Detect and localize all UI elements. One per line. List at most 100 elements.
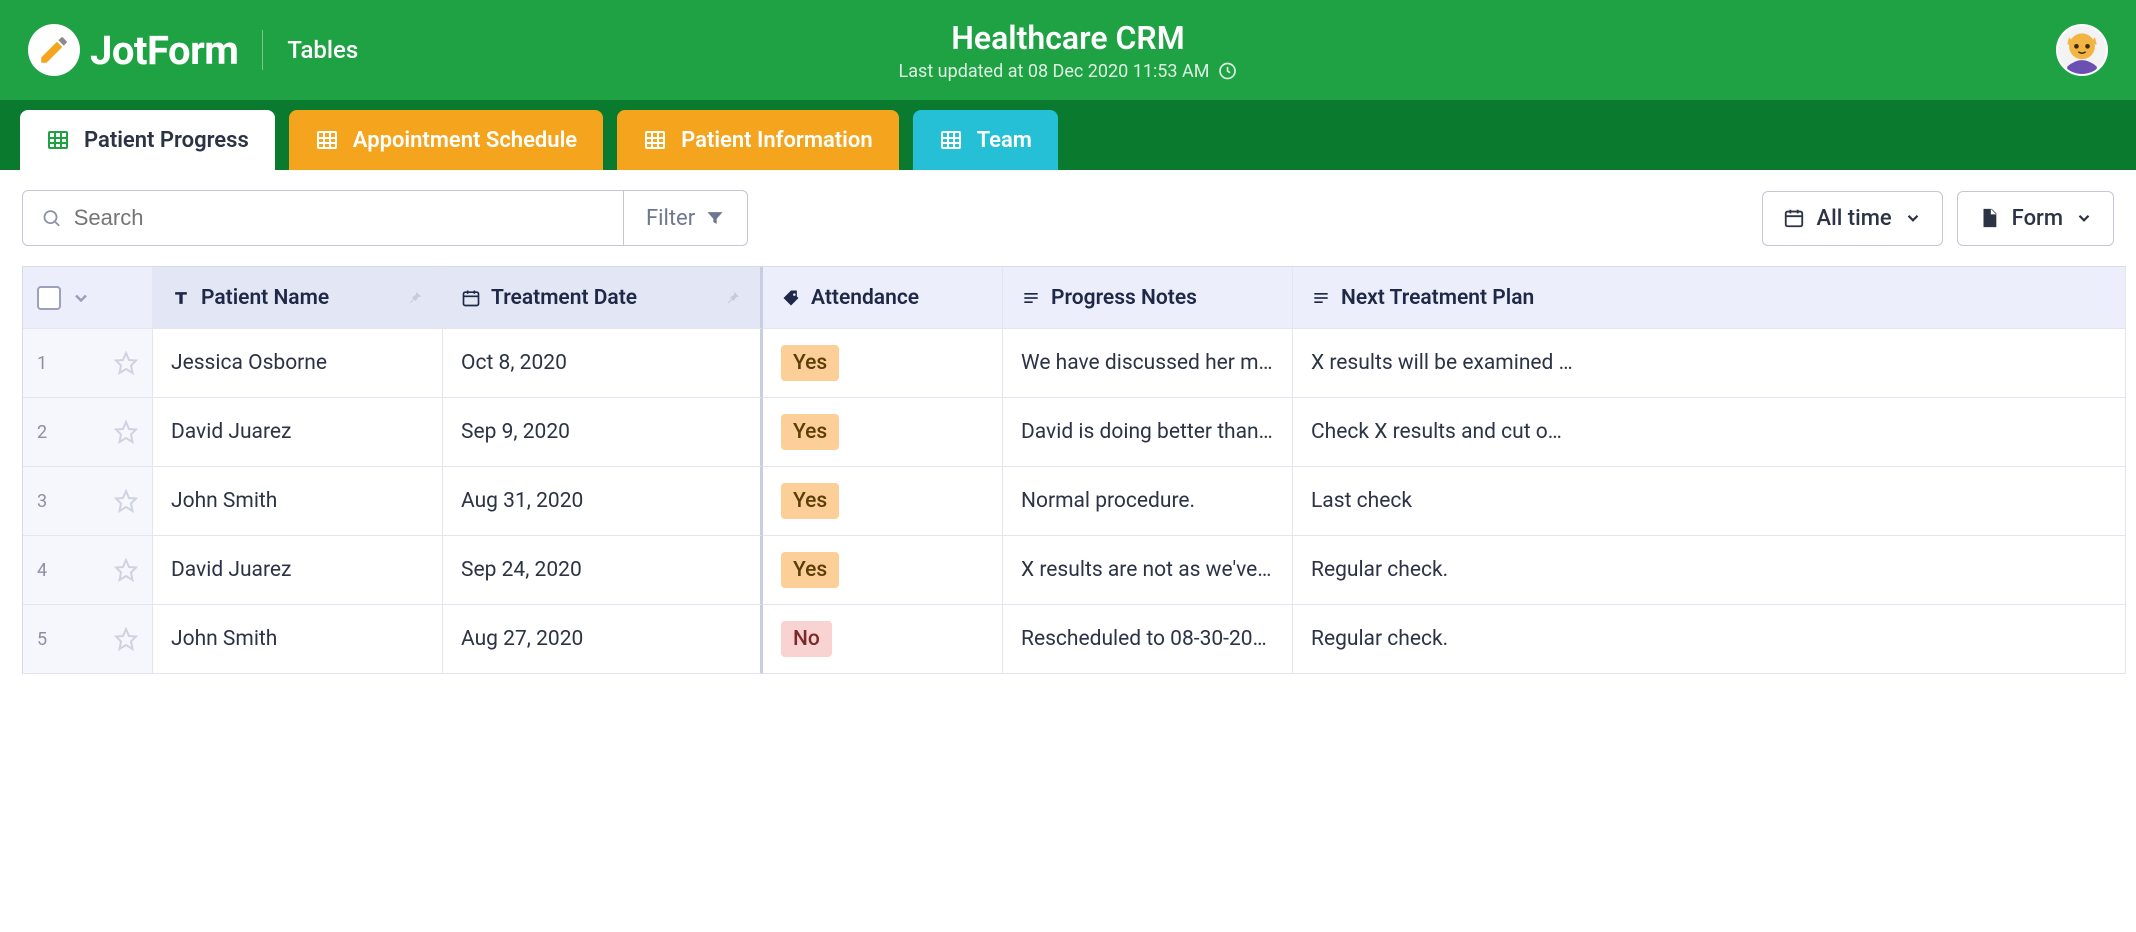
star-icon[interactable] bbox=[114, 351, 138, 375]
col-header-next-plan[interactable]: Next Treatment Plan bbox=[1293, 267, 2126, 329]
search-input-wrap bbox=[23, 191, 623, 245]
row-number: 4 bbox=[37, 560, 47, 581]
cell-patient-name[interactable]: David Juarez bbox=[153, 398, 443, 467]
cell-treatment-date[interactable]: Sep 9, 2020 bbox=[443, 398, 763, 467]
star-icon[interactable] bbox=[114, 627, 138, 651]
star-icon[interactable] bbox=[114, 489, 138, 513]
page-title: Healthcare CRM bbox=[899, 19, 1238, 57]
table-icon bbox=[46, 128, 70, 152]
cell-next-plan[interactable]: Regular check. bbox=[1293, 536, 2126, 605]
text-icon bbox=[171, 288, 191, 308]
cell-next-plan[interactable]: Last check bbox=[1293, 467, 2126, 536]
cell-attendance[interactable]: Yes bbox=[763, 329, 1003, 398]
search-icon bbox=[41, 207, 62, 229]
table-icon bbox=[939, 128, 963, 152]
pin-icon[interactable] bbox=[724, 289, 742, 307]
cell-treatment-date[interactable]: Aug 27, 2020 bbox=[443, 605, 763, 674]
pencil-icon bbox=[28, 24, 80, 76]
form-button[interactable]: Form bbox=[1957, 191, 2114, 246]
cell-next-plan[interactable]: Regular check. bbox=[1293, 605, 2126, 674]
cell-progress-notes[interactable]: X results are not as we've … bbox=[1003, 536, 1293, 605]
cell-progress-notes[interactable]: David is doing better than … bbox=[1003, 398, 1293, 467]
select-all-header bbox=[23, 267, 153, 329]
cell-attendance[interactable]: No bbox=[763, 605, 1003, 674]
cell-patient-name[interactable]: David Juarez bbox=[153, 536, 443, 605]
page-subtitle: Last updated at 08 Dec 2020 11:53 AM bbox=[899, 61, 1238, 82]
col-header-treatment-date[interactable]: Treatment Date bbox=[443, 267, 763, 329]
cell-progress-notes[interactable]: We have discussed her me… bbox=[1003, 329, 1293, 398]
form-label: Form bbox=[2012, 206, 2063, 231]
last-updated-text: Last updated at 08 Dec 2020 11:53 AM bbox=[899, 61, 1210, 82]
row-number: 3 bbox=[37, 491, 47, 512]
filter-icon bbox=[705, 208, 725, 228]
attendance-badge: Yes bbox=[781, 552, 839, 588]
row-number: 5 bbox=[37, 629, 47, 650]
star-icon[interactable] bbox=[114, 420, 138, 444]
tab-label: Patient Progress bbox=[84, 128, 249, 153]
chevron-down-icon[interactable] bbox=[71, 288, 91, 308]
cell-treatment-date[interactable]: Sep 24, 2020 bbox=[443, 536, 763, 605]
cell-treatment-date[interactable]: Aug 31, 2020 bbox=[443, 467, 763, 536]
attendance-badge: Yes bbox=[781, 414, 839, 450]
tab-label: Team bbox=[977, 128, 1032, 153]
cell-patient-name[interactable]: John Smith bbox=[153, 467, 443, 536]
select-all-checkbox[interactable] bbox=[37, 286, 61, 310]
attendance-badge: Yes bbox=[781, 345, 839, 381]
row-selector[interactable]: 1 bbox=[23, 329, 153, 398]
row-number: 2 bbox=[37, 422, 47, 443]
col-header-attendance[interactable]: Attendance bbox=[763, 267, 1003, 329]
avatar[interactable] bbox=[2056, 24, 2108, 76]
row-number: 1 bbox=[37, 353, 47, 374]
vertical-divider bbox=[262, 30, 263, 70]
timerange-button[interactable]: All time bbox=[1762, 191, 1943, 246]
tab-bar: Patient Progress Appointment Schedule Pati… bbox=[0, 100, 2136, 170]
cell-progress-notes[interactable]: Rescheduled to 08-30-2020. bbox=[1003, 605, 1293, 674]
filter-button[interactable]: Filter bbox=[623, 191, 747, 245]
section-label[interactable]: Tables bbox=[287, 36, 358, 64]
cell-next-plan[interactable]: X results will be examined … bbox=[1293, 329, 2126, 398]
tag-icon bbox=[781, 288, 801, 308]
toolbar: Filter All time Form bbox=[0, 170, 2136, 266]
table-icon bbox=[643, 128, 667, 152]
history-icon[interactable] bbox=[1217, 61, 1237, 81]
attendance-badge: No bbox=[781, 621, 832, 657]
chevron-down-icon bbox=[2075, 209, 2093, 227]
cell-attendance[interactable]: Yes bbox=[763, 467, 1003, 536]
tab-label: Appointment Schedule bbox=[353, 128, 577, 153]
tab-patient-progress[interactable]: Patient Progress bbox=[20, 110, 275, 170]
table-icon bbox=[315, 128, 339, 152]
row-selector[interactable]: 2 bbox=[23, 398, 153, 467]
filter-label: Filter bbox=[646, 206, 695, 231]
cell-patient-name[interactable]: Jessica Osborne bbox=[153, 329, 443, 398]
paragraph-icon bbox=[1021, 288, 1041, 308]
tab-appointment-schedule[interactable]: Appointment Schedule bbox=[289, 110, 603, 170]
row-selector[interactable]: 3 bbox=[23, 467, 153, 536]
cell-patient-name[interactable]: John Smith bbox=[153, 605, 443, 674]
pin-icon[interactable] bbox=[406, 289, 424, 307]
calendar-icon bbox=[461, 288, 481, 308]
chevron-down-icon bbox=[1904, 209, 1922, 227]
search-input[interactable] bbox=[74, 205, 605, 231]
tab-label: Patient Information bbox=[681, 128, 872, 153]
brand-logo[interactable]: JotForm bbox=[28, 24, 238, 76]
calendar-icon bbox=[1783, 207, 1805, 229]
cell-next-plan[interactable]: Check X results and cut o… bbox=[1293, 398, 2126, 467]
tab-patient-information[interactable]: Patient Information bbox=[617, 110, 898, 170]
paragraph-icon bbox=[1311, 288, 1331, 308]
page-title-group: Healthcare CRM Last updated at 08 Dec 20… bbox=[899, 19, 1238, 82]
data-table: Patient Name Treatment Date Attendance P… bbox=[0, 266, 2136, 684]
star-icon[interactable] bbox=[114, 558, 138, 582]
col-header-progress-notes[interactable]: Progress Notes bbox=[1003, 267, 1293, 329]
cell-progress-notes[interactable]: Normal procedure. bbox=[1003, 467, 1293, 536]
brand-name: JotForm bbox=[90, 27, 238, 74]
cell-attendance[interactable]: Yes bbox=[763, 536, 1003, 605]
search-filter-group: Filter bbox=[22, 190, 748, 246]
form-icon bbox=[1978, 207, 2000, 229]
tab-team[interactable]: Team bbox=[913, 110, 1058, 170]
cell-attendance[interactable]: Yes bbox=[763, 398, 1003, 467]
row-selector[interactable]: 5 bbox=[23, 605, 153, 674]
row-selector[interactable]: 4 bbox=[23, 536, 153, 605]
top-header: JotForm Tables Healthcare CRM Last updat… bbox=[0, 0, 2136, 100]
cell-treatment-date[interactable]: Oct 8, 2020 bbox=[443, 329, 763, 398]
col-header-patient-name[interactable]: Patient Name bbox=[153, 267, 443, 329]
